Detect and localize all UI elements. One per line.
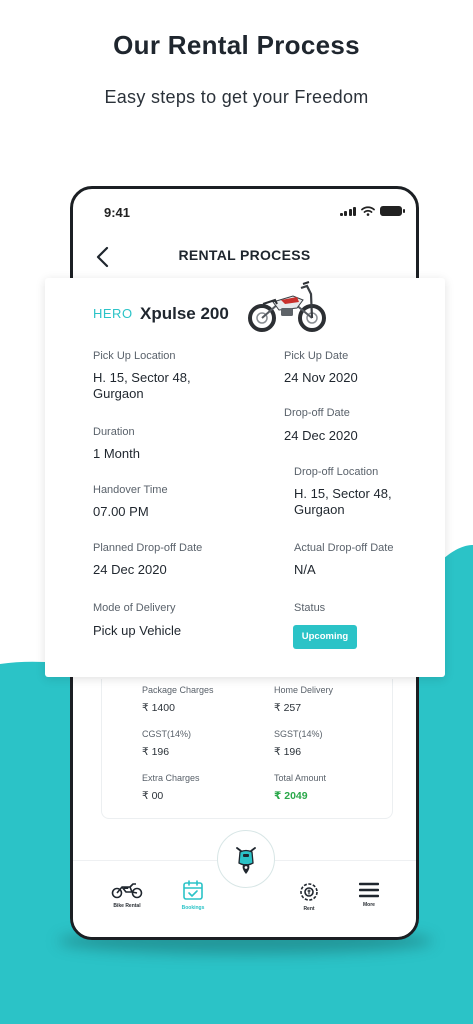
nav-item-bike-rental[interactable]: Bike Rental — [99, 881, 155, 909]
nav-label-bookings: Bookings — [181, 905, 205, 911]
cgst-value: ₹ 196 — [142, 746, 170, 758]
extra-charges-value: ₹ 00 — [142, 790, 164, 802]
handover-time-label: Handover Time — [93, 484, 168, 496]
actual-dropoff-label: Actual Drop-off Date — [294, 542, 394, 554]
nav-label-rent: Rent — [303, 906, 315, 912]
nav-label-bike-rental: Bike Rental — [113, 903, 141, 909]
sgst-label: SGST(14%) — [274, 729, 323, 739]
scooter-fab-button[interactable] — [217, 830, 275, 888]
delivery-mode-value: Pick up Vehicle — [93, 623, 182, 638]
dropoff-date-label: Drop-off Date — [284, 407, 350, 419]
pickup-location-value: H. 15, Sector 48, Gurgaon — [93, 370, 191, 401]
duration-label: Duration — [93, 426, 135, 438]
delivery-mode-label: Mode of Delivery — [93, 602, 176, 614]
status-icons — [339, 206, 405, 216]
planned-dropoff-label: Planned Drop-off Date — [93, 542, 203, 554]
planned-dropoff-value: 24 Dec 2020 — [93, 562, 167, 577]
total-amount-value: ₹ 2049 — [274, 790, 308, 802]
package-charges-label: Package Charges — [142, 685, 214, 695]
cgst-label: CGST(14%) — [142, 729, 192, 739]
battery-icon — [380, 206, 405, 216]
duration-value: 1 Month — [93, 446, 140, 461]
wifi-icon — [361, 206, 375, 216]
page-subheading: Easy steps to get your Freedom — [104, 87, 369, 107]
status-label: Status — [294, 602, 326, 614]
nav-item-more[interactable]: More — [341, 882, 397, 908]
dropoff-location-label: Drop-off Location — [294, 466, 379, 478]
scooter-location-icon — [236, 847, 256, 874]
nav-item-bookings[interactable]: Bookings — [165, 880, 221, 911]
pickup-date-value: 24 Nov 2020 — [284, 370, 358, 385]
pickup-date-label: Pick Up Date — [284, 350, 349, 362]
pickup-location-label: Pick Up Location — [93, 350, 176, 362]
home-delivery-value: ₹ 257 — [274, 702, 302, 714]
nav-label-more: More — [363, 902, 375, 908]
sgst-value: ₹ 196 — [274, 746, 302, 758]
home-delivery-label: Home Delivery — [274, 685, 334, 695]
calendar-check-icon — [183, 880, 203, 900]
nav-item-rent[interactable]: Rent — [281, 882, 337, 912]
rent-gear-icon — [300, 883, 318, 901]
bike-brand: HERO — [93, 306, 133, 321]
handover-time-value: 07.00 PM — [93, 504, 149, 519]
status-badge: Upcoming — [293, 625, 357, 649]
status-time: 9:41 — [104, 205, 131, 220]
dropoff-date-value: 24 Dec 2020 — [284, 428, 358, 443]
dropoff-location-value: H. 15, Sector 48, Gurgaon — [294, 486, 392, 517]
charges-card: Package Charges ₹ 1400 Home Delivery ₹ 2… — [101, 679, 393, 819]
package-charges-value: ₹ 1400 — [142, 702, 175, 714]
actual-dropoff-value: N/A — [294, 562, 316, 577]
bike-model: Xpulse 200 — [140, 304, 229, 323]
page-heading: Our Rental Process — [113, 30, 360, 60]
signal-icon — [339, 206, 356, 216]
app-bar-title: RENTAL PROCESS — [178, 247, 311, 263]
booking-detail-card: HERO Xpulse 200 Pick Up Location H. 15, … — [45, 278, 445, 677]
total-amount-label: Total Amount — [274, 773, 327, 783]
extra-charges-label: Extra Charges — [142, 773, 200, 783]
motorcycle-icon — [111, 883, 143, 899]
motorcycle-image — [248, 281, 326, 332]
menu-icon — [359, 882, 379, 898]
